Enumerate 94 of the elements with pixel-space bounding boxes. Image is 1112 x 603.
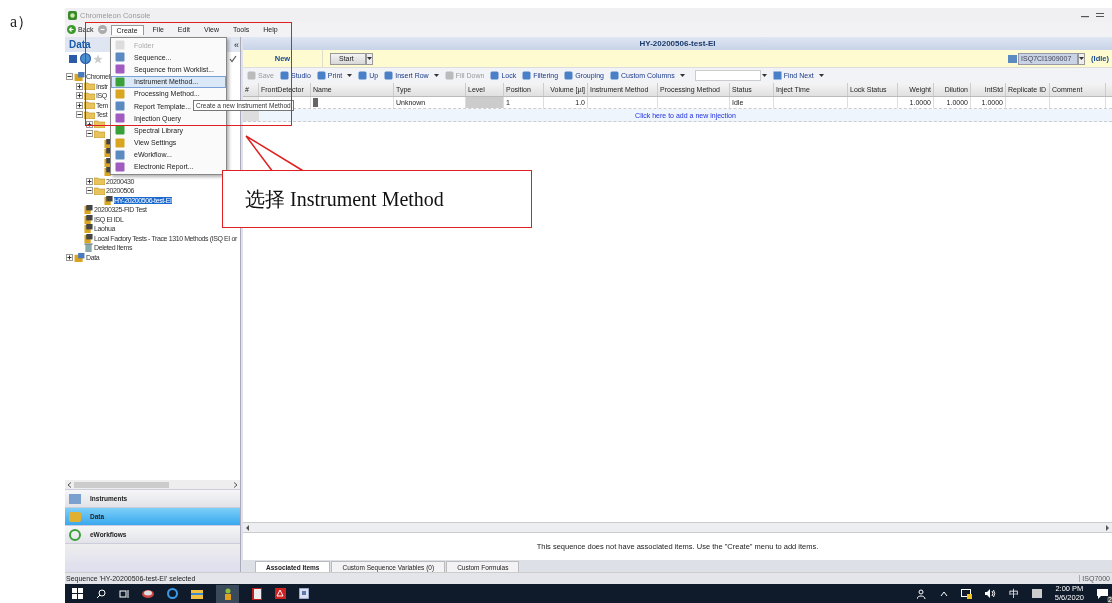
database-icon: [68, 510, 82, 523]
folder-icon: [84, 91, 95, 100]
callout-box: 选择 Instrument Method: [222, 170, 532, 228]
toolbar-icon[interactable]: [522, 71, 532, 80]
windows-start-icon[interactable]: [72, 588, 83, 599]
check-icon[interactable]: [229, 54, 237, 63]
sample-icon: [313, 98, 318, 107]
star-icon[interactable]: [93, 53, 103, 64]
tree-toggle-icon[interactable]: [76, 101, 83, 109]
caret-down-icon[interactable]: [433, 74, 439, 77]
toolbar-icon[interactable]: [609, 71, 619, 80]
instrument-icon: [1008, 54, 1018, 63]
sequence-icon: [84, 233, 93, 243]
tree-toggle-icon[interactable]: [86, 187, 93, 195]
book-icon[interactable]: [252, 587, 262, 600]
scroll-left-icon[interactable]: [67, 481, 72, 488]
sequence-icon: [84, 205, 93, 215]
sequence-icon: [84, 224, 93, 234]
search-field[interactable]: [694, 70, 761, 81]
menu-item-icon: [115, 161, 125, 172]
search-icon[interactable]: [96, 588, 106, 599]
folder-icon: [94, 120, 105, 129]
folder-icon: [94, 129, 105, 138]
folder-icon: [94, 177, 105, 186]
tree-toggle-icon[interactable]: [86, 130, 93, 138]
toolbar-icon[interactable]: [358, 71, 368, 80]
figure-label: a）: [9, 12, 35, 32]
menu-item-icon: [115, 149, 125, 160]
scroll-right-icon[interactable]: [233, 481, 238, 488]
menu-item-icon: [115, 52, 125, 63]
trash-icon: [84, 243, 93, 253]
caret-down-icon[interactable]: [367, 57, 372, 60]
find-icon[interactable]: [772, 71, 782, 80]
active-taskbar-app[interactable]: [216, 584, 239, 603]
back-arrow-icon[interactable]: [67, 25, 76, 34]
cycle-icon: [68, 528, 82, 541]
app-logo-icon: [68, 10, 77, 20]
tree-toggle-icon[interactable]: [66, 253, 73, 261]
folder-icon[interactable]: [191, 588, 203, 599]
caret-down-icon[interactable]: [818, 74, 824, 77]
scrollbar-thumb[interactable]: [74, 481, 169, 488]
tree-toggle-icon[interactable]: [66, 73, 73, 81]
scroll-right-icon[interactable]: [1105, 524, 1110, 531]
toolbar-icon[interactable]: [490, 71, 500, 80]
database-icon: [74, 72, 85, 82]
folder-icon: [94, 186, 105, 195]
collapse-button[interactable]: «: [234, 39, 239, 50]
pdf-icon[interactable]: [275, 588, 286, 599]
tree-toggle-icon[interactable]: [86, 120, 93, 128]
folder-icon: [84, 101, 95, 110]
instruments-icon: [68, 492, 82, 505]
people-icon[interactable]: [916, 588, 927, 599]
sequence-icon: [104, 195, 113, 205]
tree-toggle-icon[interactable]: [76, 82, 83, 90]
caret-down-icon[interactable]: [1079, 57, 1085, 60]
toolbar-icon[interactable]: [564, 71, 574, 80]
folder-icon: [84, 110, 95, 119]
toolbar-icon[interactable]: [384, 71, 394, 80]
caret-down-icon[interactable]: [347, 74, 353, 77]
tree-view-icon[interactable]: [68, 53, 78, 64]
person-icon[interactable]: [222, 587, 233, 600]
menu-item-icon: [115, 76, 125, 87]
sequence-title: HY-20200506-test-EI: [243, 37, 1112, 50]
task-view-icon[interactable]: [119, 588, 129, 599]
globe-icon[interactable]: [80, 53, 91, 64]
maximize-icon[interactable]: [1096, 12, 1104, 18]
toolbar-icon[interactable]: [279, 71, 289, 80]
tree-toggle-icon[interactable]: [86, 177, 93, 185]
document-icon[interactable]: [299, 588, 309, 599]
tree-toggle-icon[interactable]: [76, 92, 83, 100]
network-icon[interactable]: [960, 588, 972, 599]
caret-up-icon[interactable]: [939, 590, 948, 597]
browser-icon[interactable]: [167, 588, 178, 599]
menu-item-icon: [115, 64, 125, 75]
database-icon: [74, 252, 85, 262]
sequence-icon: [84, 214, 93, 224]
keyboard-icon[interactable]: [1031, 589, 1042, 598]
menu-item-icon: [115, 125, 125, 136]
caret-down-icon[interactable]: [761, 74, 767, 77]
tree-toggle-icon[interactable]: [76, 111, 83, 119]
caret-down-icon[interactable]: [679, 74, 685, 77]
menu-item-icon: [115, 40, 125, 51]
folder-icon: [84, 82, 95, 91]
toolbar-icon[interactable]: [316, 71, 326, 80]
menu-item-icon: [115, 113, 125, 124]
input-method-indicator[interactable]: 中: [1008, 586, 1019, 601]
notification-icon[interactable]: [1097, 588, 1108, 599]
dropdown-button[interactable]: [1078, 52, 1086, 65]
menu-item-icon: [115, 88, 125, 99]
menu-item-icon: [115, 101, 125, 112]
speaker-icon[interactable]: [984, 589, 996, 598]
scroll-left-icon[interactable]: [245, 524, 250, 531]
dropdown-button[interactable]: [366, 52, 373, 65]
menu-item-icon: [115, 137, 125, 148]
